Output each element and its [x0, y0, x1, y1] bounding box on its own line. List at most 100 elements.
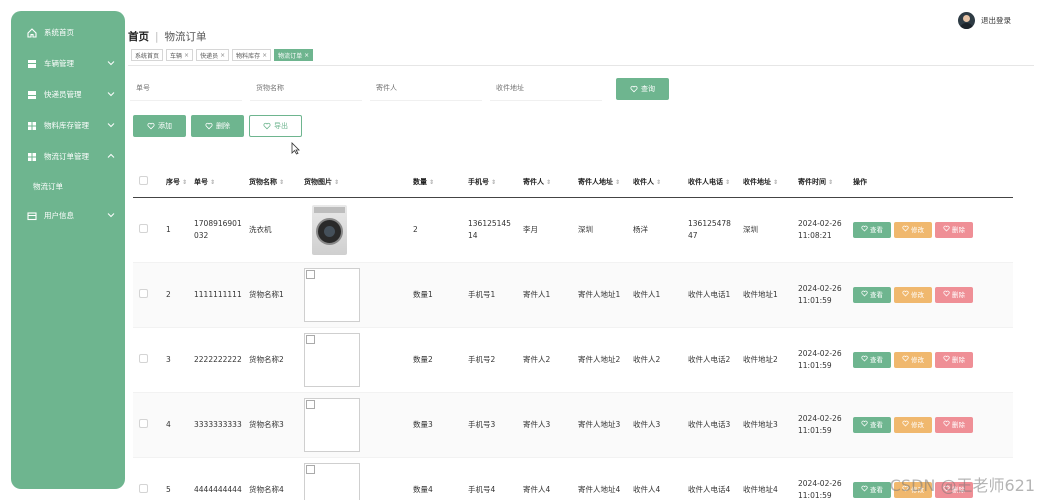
logout-link[interactable]: 退出登录	[981, 15, 1011, 26]
select-all-checkbox[interactable]	[139, 175, 148, 185]
sidebar-item-orders[interactable]: 物流订单管理	[11, 141, 125, 172]
sidebar-item-home[interactable]: 系统首页	[11, 17, 125, 48]
column-header[interactable]: 寄件时间 ⇕	[794, 177, 849, 188]
sidebar-item-label: 物流订单管理	[44, 152, 89, 161]
row-checkbox[interactable]	[139, 418, 148, 428]
cell-receiver-address: 深圳	[743, 225, 758, 235]
chevron-down-icon	[107, 61, 115, 66]
heart-icon	[205, 122, 213, 130]
column-header[interactable]: 收件人电话 ⇕	[684, 177, 739, 188]
cell-no: 5	[166, 485, 171, 495]
column-header[interactable]: 序号 ⇕	[162, 177, 190, 188]
table-row[interactable]: 2 1111111111 货物名称1 数量1 手机号1 寄件人1 寄件人地址1 收件人1 收件人…	[133, 263, 1013, 328]
cell-order: 1708916901 032	[194, 219, 242, 240]
add-button[interactable]: 添加	[133, 115, 186, 137]
delete-row-button[interactable]: 删除	[935, 287, 973, 303]
table-row[interactable]: 5 4444444444 货物名称4 数量4 手机号4 寄件人4 寄件人地址4 收件人4 收件人…	[133, 458, 1013, 500]
column-header[interactable]: 收件人 ⇕	[629, 177, 684, 188]
edit-button[interactable]: 修改	[894, 287, 932, 303]
close-icon[interactable]: ×	[262, 52, 267, 59]
heart-icon	[861, 420, 868, 430]
sidebar-item-vehicle[interactable]: 车辆管理	[11, 48, 125, 79]
column-header[interactable]: 货物图片 ⇕	[300, 177, 409, 188]
cell-sender: 寄件人4	[523, 485, 551, 495]
cell-sender-address: 寄件人地址3	[578, 420, 621, 430]
broken-image	[304, 333, 360, 387]
export-button[interactable]: 导出	[249, 115, 302, 137]
view-button[interactable]: 查看	[853, 417, 891, 433]
cell-goods-name: 货物名称1	[249, 290, 284, 300]
card-icon	[27, 211, 37, 221]
view-button[interactable]: 查看	[853, 287, 891, 303]
column-header[interactable]: 收件地址 ⇕	[739, 177, 794, 188]
breadcrumb-home[interactable]: 首页	[128, 29, 149, 44]
table-row[interactable]: 4 3333333333 货物名称3 数量3 手机号3 寄件人3 寄件人地址3 收件人3 收件人…	[133, 393, 1013, 458]
cell-send-time: 2024-02-26 11:01:59	[798, 414, 842, 435]
sort-icon: ⇕	[773, 178, 779, 186]
cell-receiver: 收件人3	[633, 420, 661, 430]
close-icon[interactable]: ×	[220, 52, 225, 59]
row-checkbox[interactable]	[139, 353, 148, 363]
cell-send-time: 2024-02-26 11:01:59	[798, 349, 842, 370]
sort-icon: ⇕	[334, 178, 340, 186]
column-header[interactable]: 单号 ⇕	[190, 177, 245, 188]
sender-input[interactable]	[370, 76, 482, 101]
cell-receiver-address: 收件地址1	[743, 290, 778, 300]
delete-row-button[interactable]: 删除	[935, 222, 973, 238]
breadcrumb-separator: |	[155, 30, 159, 43]
cell-goods-image	[300, 205, 409, 255]
tag-vehicle[interactable]: 车辆 ×	[166, 49, 194, 61]
close-icon[interactable]: ×	[184, 52, 189, 59]
cell-qty: 数量1	[413, 290, 433, 300]
receiver-address-input[interactable]	[490, 76, 602, 101]
sidebar-subitem-orders[interactable]: 物流订单	[11, 172, 125, 200]
tag-orders[interactable]: 物流订单 ×	[274, 49, 314, 61]
cell-goods-name: 货物名称2	[249, 355, 284, 365]
tag-label: 物料库存	[236, 52, 261, 60]
search-button[interactable]: 查询	[616, 77, 669, 100]
edit-button[interactable]: 修改	[894, 352, 932, 368]
watermark: CSDN @王老师621	[889, 476, 1035, 495]
row-checkbox[interactable]	[139, 288, 148, 298]
sidebar-item-inventory[interactable]: 物料库存管理	[11, 110, 125, 141]
chevron-down-icon	[107, 92, 115, 97]
column-header[interactable]: 货物名称 ⇕	[245, 177, 300, 188]
avatar[interactable]	[958, 12, 975, 29]
tag-home[interactable]: 系统首页	[131, 49, 164, 61]
sort-icon: ⇕	[546, 178, 552, 186]
table-row[interactable]: 3 2222222222 货物名称2 数量2 手机号2 寄件人2 寄件人地址2 收件人2 收件人…	[133, 328, 1013, 393]
column-header[interactable]: 数量 ⇕	[409, 177, 464, 188]
column-header[interactable]: 寄件人地址 ⇕	[574, 177, 629, 188]
cell-receiver: 收件人2	[633, 355, 661, 365]
export-button-label: 导出	[274, 122, 288, 130]
grid-icon	[27, 121, 37, 131]
cell-phone: 手机号2	[468, 355, 496, 365]
column-header[interactable]: 手机号 ⇕	[464, 177, 519, 188]
cell-goods-image	[300, 398, 409, 452]
sidebar-item-courier[interactable]: 快递员管理	[11, 79, 125, 110]
cell-qty: 数量4	[413, 485, 433, 495]
grid-icon	[27, 90, 37, 100]
column-header[interactable]: 寄件人 ⇕	[519, 177, 574, 188]
heart-icon	[861, 355, 868, 365]
row-checkbox[interactable]	[139, 223, 148, 233]
view-button[interactable]: 查看	[853, 222, 891, 238]
cell-receiver: 收件人4	[633, 485, 661, 495]
delete-row-button[interactable]: 删除	[935, 417, 973, 433]
delete-row-button[interactable]: 删除	[935, 352, 973, 368]
table-row[interactable]: 1 1708916901 032 洗衣机 2 136125145 14 李月 深圳 杨洋 13612…	[133, 198, 1013, 263]
goods-name-input[interactable]	[250, 76, 362, 101]
delete-button[interactable]: 删除	[191, 115, 244, 137]
table-body: 1 1708916901 032 洗衣机 2 136125145 14 李月 深圳 杨洋 13612…	[133, 198, 1013, 500]
cell-sender-address: 寄件人地址1	[578, 290, 621, 300]
order-no-input[interactable]	[130, 76, 242, 101]
view-button[interactable]: 查看	[853, 352, 891, 368]
edit-button[interactable]: 修改	[894, 222, 932, 238]
row-checkbox[interactable]	[139, 483, 148, 493]
edit-button[interactable]: 修改	[894, 417, 932, 433]
view-button[interactable]: 查看	[853, 482, 891, 498]
close-icon[interactable]: ×	[304, 52, 309, 59]
tag-courier[interactable]: 快递员 ×	[196, 49, 230, 61]
tag-inventory[interactable]: 物料库存 ×	[232, 49, 272, 61]
sidebar-item-user-info[interactable]: 用户信息	[11, 200, 125, 231]
